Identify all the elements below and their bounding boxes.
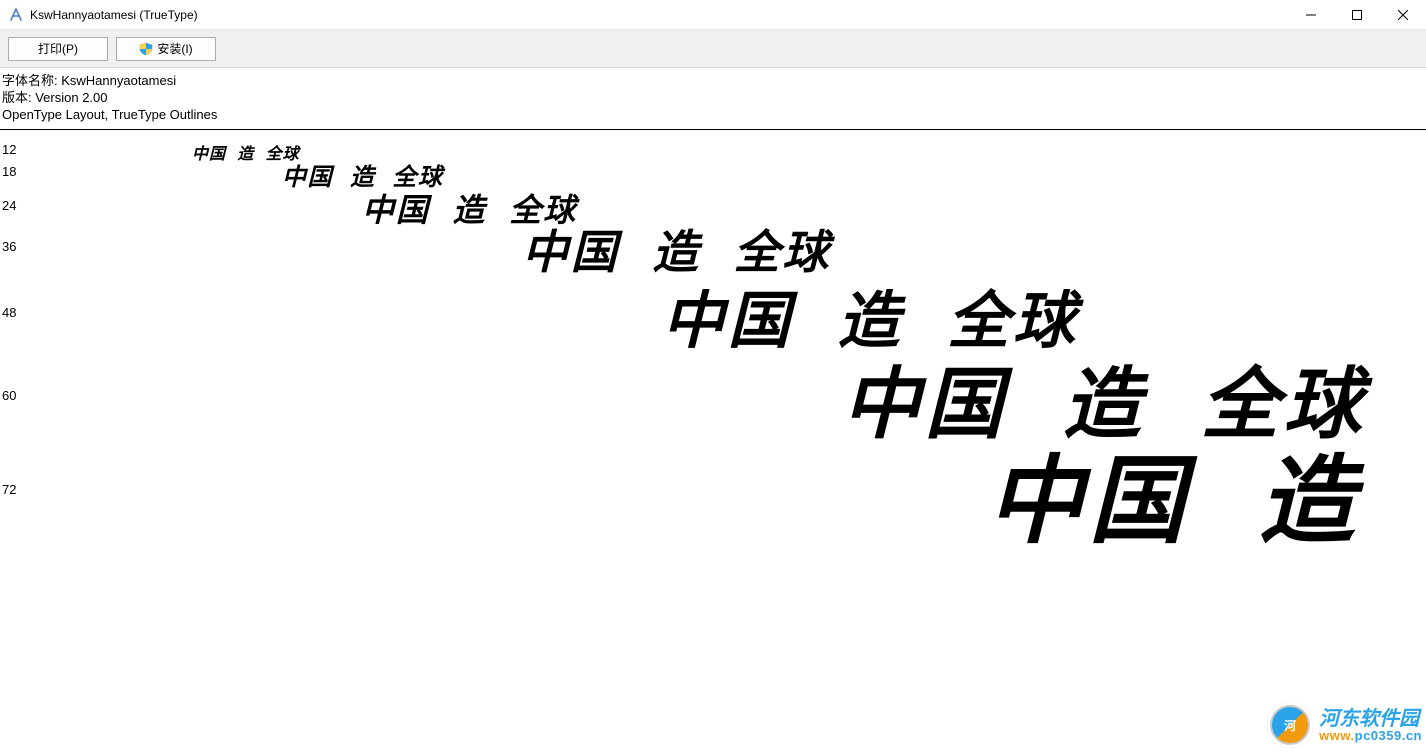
watermark-logo-icon: 河 bbox=[1267, 702, 1313, 748]
watermark-url-prefix: www. bbox=[1319, 728, 1354, 743]
preview-size-label: 60 bbox=[2, 388, 24, 403]
install-button-label: 安装(I) bbox=[157, 40, 192, 57]
preview-size-label: 24 bbox=[2, 198, 24, 213]
preview-size-label: 12 bbox=[2, 142, 24, 157]
font-version-line: 版本: Version 2.00 bbox=[2, 89, 1424, 106]
preview-size-label: 72 bbox=[2, 482, 24, 497]
font-name-line: 字体名称: KswHannyaotamesi bbox=[2, 72, 1424, 89]
font-preview-app-icon bbox=[8, 7, 24, 23]
watermark-url-domain: pc0359.cn bbox=[1355, 728, 1422, 743]
watermark-logo-glyph: 河 bbox=[1284, 717, 1296, 734]
minimize-button[interactable] bbox=[1288, 0, 1334, 30]
watermark: 河 河东软件园 www.pc0359.cn bbox=[1267, 702, 1422, 748]
font-info: 字体名称: KswHannyaotamesi 版本: Version 2.00 … bbox=[0, 68, 1426, 130]
preview-size-label: 48 bbox=[2, 305, 24, 320]
close-button[interactable] bbox=[1380, 0, 1426, 30]
uac-shield-icon bbox=[139, 42, 153, 56]
watermark-url: www.pc0359.cn bbox=[1319, 729, 1422, 742]
preview-row: 48中国 造 全球 bbox=[2, 280, 1426, 350]
maximize-button[interactable] bbox=[1334, 0, 1380, 30]
preview-row: 72中国 造 全球 bbox=[2, 440, 1426, 544]
preview-size-label: 36 bbox=[2, 239, 24, 254]
font-layout-line: OpenType Layout, TrueType Outlines bbox=[2, 106, 1424, 123]
preview-sample-text: 中国 造 全球 bbox=[987, 423, 1426, 562]
watermark-cn: 河东软件园 bbox=[1319, 709, 1422, 729]
print-button-label: 打印(P) bbox=[38, 40, 78, 57]
font-preview-area: 12中国 造 全球18中国 造 全球24中国 造 全球36中国 造 全球48中国… bbox=[0, 130, 1426, 750]
titlebar: KswHannyaotamesi (TrueType) bbox=[0, 0, 1426, 30]
toolbar: 打印(P) 安装(I) bbox=[0, 30, 1426, 68]
install-button[interactable]: 安装(I) bbox=[116, 37, 216, 61]
preview-size-label: 18 bbox=[2, 164, 24, 179]
window-title: KswHannyaotamesi (TrueType) bbox=[30, 8, 198, 22]
print-button[interactable]: 打印(P) bbox=[8, 37, 108, 61]
preview-row: 36中国 造 全球 bbox=[2, 222, 1426, 276]
preview-row: 18中国 造 全球 bbox=[2, 158, 1426, 190]
watermark-text: 河东软件园 www.pc0359.cn bbox=[1319, 709, 1422, 742]
